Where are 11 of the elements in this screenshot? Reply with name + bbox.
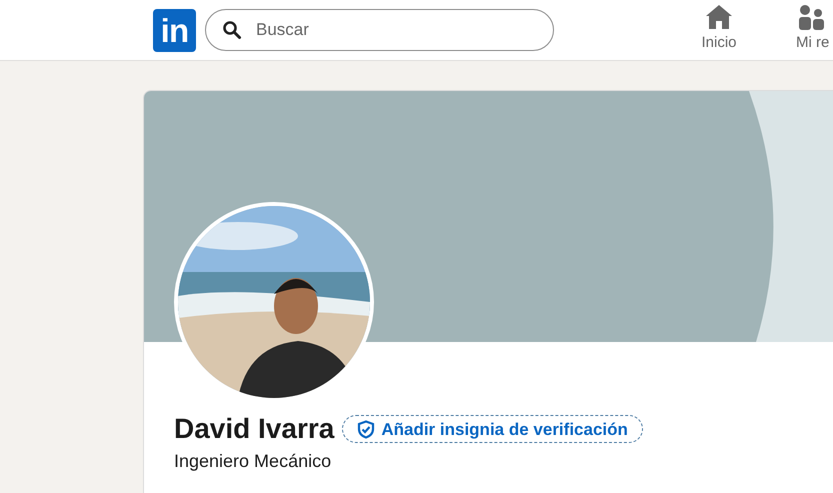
profile-headline: Ingeniero Mecánico	[174, 450, 332, 473]
logo[interactable]: in	[153, 8, 196, 52]
nav-item[interactable]: Mi re	[788, 0, 830, 60]
people-icon	[796, 4, 826, 30]
nav-item[interactable]: Inicio	[690, 0, 748, 60]
search-icon	[222, 20, 242, 40]
search-field[interactable]: Buscar	[205, 9, 554, 51]
shield-icon	[357, 420, 376, 438]
profile-name: David Ivarra	[174, 412, 334, 446]
home-icon	[705, 4, 733, 30]
verification-badge-button[interactable]: Añadir insignia de verificación	[342, 415, 643, 443]
